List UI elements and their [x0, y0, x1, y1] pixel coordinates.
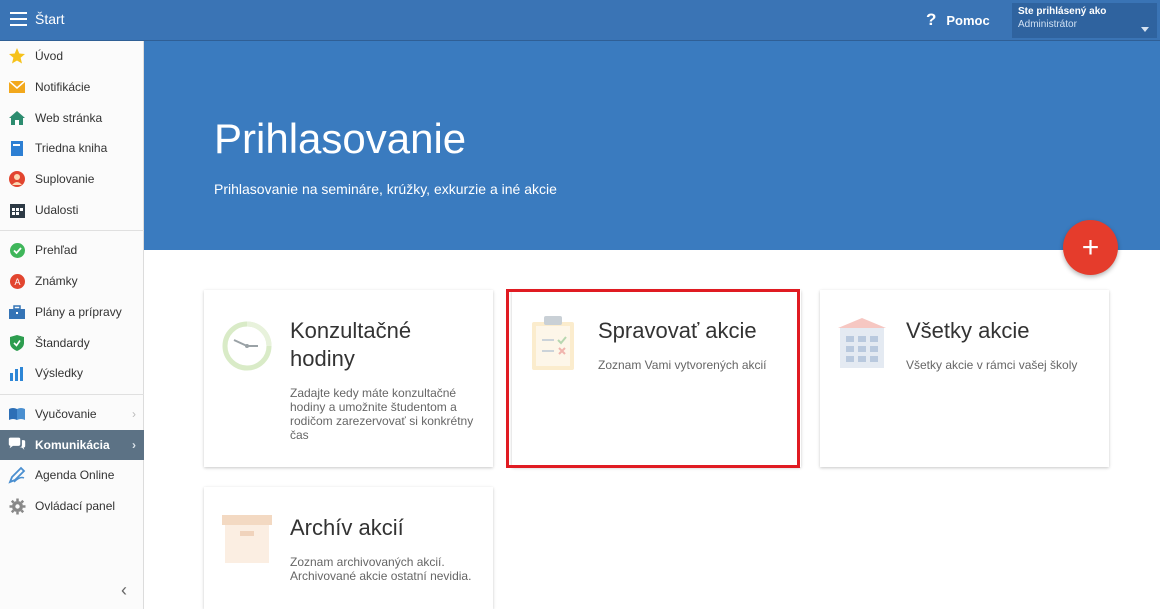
- page-title: Prihlasovanie: [214, 115, 467, 162]
- sidebar-item-label: Štandardy: [35, 336, 90, 350]
- page-header: Prihlasovanie Prihlasovanie na semináre,…: [144, 41, 1160, 250]
- sidebar-item-label: Výsledky: [35, 366, 84, 380]
- shield-icon: [8, 334, 26, 352]
- sidebar-item-agenda[interactable]: Agenda Online: [0, 460, 144, 490]
- sidebar-divider: [0, 394, 144, 395]
- caret-down-icon: [1141, 27, 1149, 32]
- sidebar-item-vysledky[interactable]: Výsledky: [0, 358, 144, 388]
- bar-chart-icon: [8, 364, 26, 382]
- briefcase-icon: [8, 303, 26, 321]
- school-building-icon: [836, 316, 888, 375]
- chat-icon: [8, 436, 26, 454]
- menu-icon[interactable]: [10, 12, 27, 26]
- card-description: Zadajte kedy máte konzultačné hodiny a u…: [290, 386, 474, 442]
- user-menu[interactable]: Ste prihlásený ako Administrátor: [1012, 3, 1157, 38]
- sidebar-divider: [0, 230, 144, 231]
- sidebar-item-web-stranka[interactable]: Web stránka: [0, 103, 144, 133]
- star-icon: [8, 47, 26, 65]
- sidebar-item-triedna-kniha[interactable]: Triedna kniha: [0, 133, 144, 163]
- sidebar-item-komunikacia[interactable]: Komunikácia ›: [0, 430, 144, 460]
- sidebar-item-label: Agenda Online: [35, 468, 115, 482]
- sidebar-item-label: Notifikácie: [35, 80, 91, 94]
- sidebar-item-vyucovanie[interactable]: Vyučovanie ›: [0, 399, 144, 429]
- sidebar-item-label: Triedna kniha: [35, 141, 108, 155]
- pencil-icon: [8, 466, 26, 484]
- sidebar-item-notifikacie[interactable]: Notifikácie: [0, 72, 144, 102]
- open-book-icon: [8, 405, 26, 423]
- card-title: Všetky akcie: [906, 318, 1030, 343]
- card-description: Zoznam archivovaných akcií. Archivované …: [290, 555, 472, 583]
- collapse-sidebar-button[interactable]: ‹: [121, 580, 127, 601]
- grades-icon: A: [8, 272, 26, 290]
- sidebar-item-standardy[interactable]: Štandardy: [0, 328, 144, 358]
- chevron-right-icon: ›: [132, 438, 136, 452]
- highlight-box: [506, 289, 800, 468]
- sidebar-item-label: Úvod: [35, 49, 64, 63]
- sidebar: Úvod Notifikácie Web stránka Triedna kni…: [0, 41, 144, 609]
- question-icon: ?: [926, 10, 937, 29]
- sidebar-item-suplovanie[interactable]: Suplovanie: [0, 164, 144, 194]
- envelope-icon: [8, 78, 26, 96]
- sidebar-item-label: Web stránka: [35, 111, 103, 125]
- user-label: Ste prihlásený ako: [1018, 6, 1107, 17]
- check-circle-icon: [8, 241, 26, 259]
- card-konzultacne-hodiny[interactable]: Konzultačné hodiny Zadajte kedy máte kon…: [204, 290, 493, 467]
- user-name: Administrátor: [1018, 19, 1077, 30]
- sidebar-item-label: Suplovanie: [35, 172, 95, 186]
- sidebar-item-label: Ovládací panel: [35, 499, 116, 513]
- sidebar-item-label: Prehľad: [35, 243, 78, 257]
- card-vsetky-akcie[interactable]: Všetky akcie Všetky akcie v rámci vašej …: [820, 290, 1109, 467]
- substitute-person-icon: [8, 170, 26, 188]
- calendar-icon: [8, 201, 26, 219]
- app-title[interactable]: Štart: [35, 11, 65, 27]
- archive-box-icon: [220, 513, 274, 570]
- sidebar-item-label: Plány a prípravy: [35, 305, 122, 319]
- chevron-right-icon: ›: [132, 407, 136, 421]
- sidebar-item-label: Vyučovanie: [35, 407, 97, 421]
- card-description: Všetky akcie v rámci vašej školy: [906, 358, 1078, 372]
- top-bar: Štart ? Pomoc Ste prihlásený ako Adminis…: [0, 0, 1160, 41]
- sidebar-item-prehlad[interactable]: Prehľad: [0, 235, 144, 265]
- gear-icon: [8, 497, 26, 515]
- sidebar-item-ovladaci-panel[interactable]: Ovládací panel: [0, 491, 144, 521]
- help-label: Pomoc: [946, 12, 990, 28]
- book-icon: [8, 139, 26, 157]
- sidebar-item-udalosti[interactable]: Udalosti: [0, 195, 144, 225]
- svg-text:A: A: [14, 278, 21, 288]
- card-archiv-akcii[interactable]: Archív akcií Zoznam archivovaných akcií.…: [204, 487, 493, 609]
- help-button[interactable]: ? Pomoc: [926, 10, 990, 30]
- sidebar-item-uvod[interactable]: Úvod: [0, 41, 144, 71]
- page-subtitle: Prihlasovanie na semináre, krúžky, exkur…: [214, 181, 557, 197]
- sidebar-item-label: Udalosti: [35, 203, 79, 217]
- sidebar-item-label: Známky: [35, 274, 78, 288]
- sidebar-item-znamky[interactable]: A Známky: [0, 266, 144, 296]
- card-title: Konzultačné hodiny: [290, 318, 412, 371]
- card-title: Archív akcií: [290, 515, 404, 540]
- home-icon: [8, 109, 26, 127]
- add-event-button[interactable]: +: [1063, 220, 1118, 275]
- sidebar-item-plany[interactable]: Plány a prípravy: [0, 297, 144, 327]
- sidebar-item-label: Komunikácia: [35, 438, 110, 452]
- clock-icon: [220, 316, 276, 377]
